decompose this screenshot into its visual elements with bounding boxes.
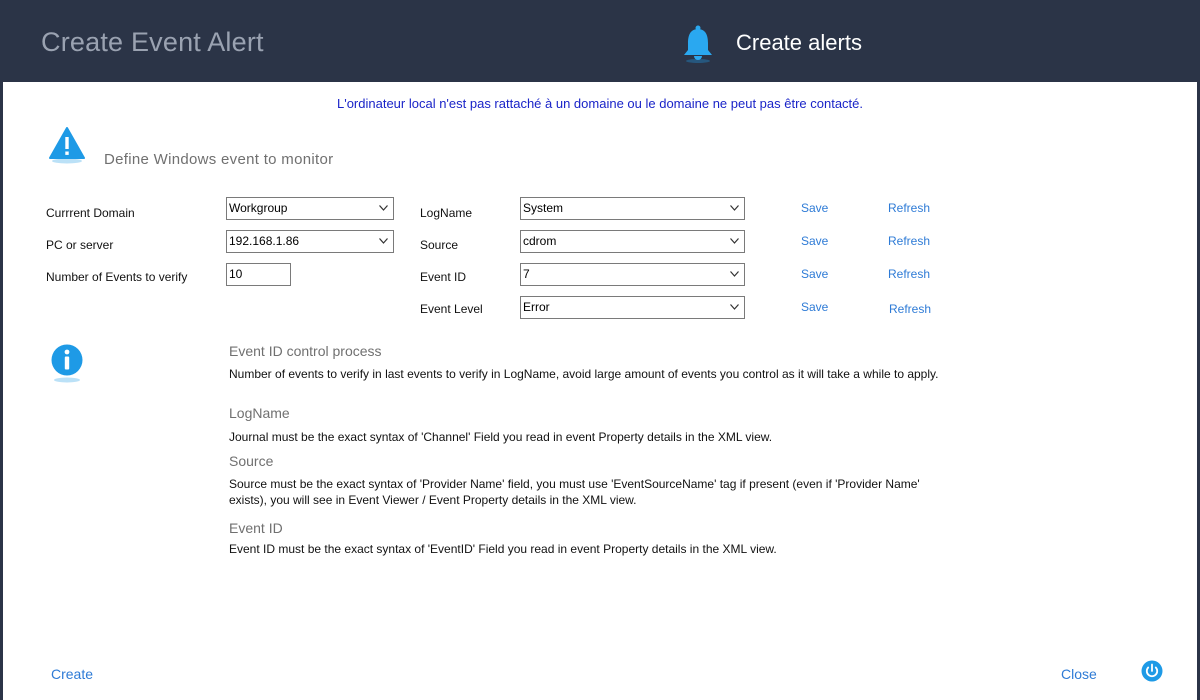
chevron-down-icon xyxy=(730,205,739,211)
current-domain-value: Workgroup xyxy=(229,201,288,215)
eventlevel-label: Event Level xyxy=(420,302,483,316)
help-text-eventid: Event ID must be the exact syntax of 'Ev… xyxy=(229,542,777,556)
events-count-input[interactable]: 10 xyxy=(226,263,291,286)
info-icon xyxy=(51,344,83,383)
bell-icon xyxy=(684,25,712,63)
pc-server-select[interactable]: 192.168.1.86 xyxy=(226,230,394,253)
eventid-label: Event ID xyxy=(420,270,467,284)
eventid-select[interactable]: 7 xyxy=(520,263,745,286)
eventid-refresh-link[interactable]: Refresh xyxy=(888,267,930,281)
logname-value: System xyxy=(523,201,564,215)
chevron-down-icon xyxy=(730,238,739,244)
logname-select[interactable]: System xyxy=(520,197,745,220)
close-button[interactable]: Close xyxy=(1061,666,1097,682)
help-text-source: Source must be the exact syntax of 'Prov… xyxy=(229,477,920,507)
logname-label: LogName xyxy=(420,206,473,220)
help-heading-control: Event ID control process xyxy=(229,343,382,359)
domain-status-message: L'ordinateur local n'est pas rattaché à … xyxy=(336,96,864,111)
help-heading-eventid: Event ID xyxy=(229,520,283,536)
source-save-link[interactable]: Save xyxy=(801,234,828,248)
chevron-down-icon xyxy=(730,304,739,310)
source-select[interactable]: cdrom xyxy=(520,230,745,253)
eventlevel-refresh-link[interactable]: Refresh xyxy=(889,302,931,316)
chevron-down-icon xyxy=(379,238,388,244)
power-icon[interactable] xyxy=(1141,660,1163,682)
eventid-value: 7 xyxy=(523,267,530,281)
help-heading-source: Source xyxy=(229,453,274,469)
help-heading-logname: LogName xyxy=(229,405,290,421)
pc-server-value: 192.168.1.86 xyxy=(229,234,300,248)
source-refresh-link[interactable]: Refresh xyxy=(888,234,930,248)
source-label: Source xyxy=(420,238,459,252)
eventid-save-link[interactable]: Save xyxy=(801,267,828,281)
chevron-down-icon xyxy=(730,271,739,277)
current-domain-select[interactable]: Workgroup xyxy=(226,197,394,220)
eventlevel-value: Error xyxy=(523,300,550,314)
source-value: cdrom xyxy=(523,234,557,248)
pc-server-label: PC or server xyxy=(46,238,114,252)
create-button[interactable]: Create xyxy=(51,666,93,682)
window-border-left xyxy=(0,82,3,700)
chevron-down-icon xyxy=(379,205,388,211)
eventlevel-save-link[interactable]: Save xyxy=(801,300,828,314)
events-count-label: Number of Events to verify xyxy=(46,270,188,284)
help-text-logname: Journal must be the exact syntax of 'Cha… xyxy=(229,430,773,444)
help-text-control: Number of events to verify in last event… xyxy=(229,367,939,381)
title-bar: Create Event Alert Create alerts xyxy=(0,0,1200,82)
header-title: Create alerts xyxy=(736,30,862,55)
current-domain-label: Currrent Domain xyxy=(46,206,135,220)
warning-icon xyxy=(49,127,85,164)
app-title: Create Event Alert xyxy=(41,27,264,57)
logname-refresh-link[interactable]: Refresh xyxy=(888,201,930,215)
define-section-title: Define Windows event to monitor xyxy=(104,151,334,168)
logname-save-link[interactable]: Save xyxy=(801,201,828,215)
eventlevel-select[interactable]: Error xyxy=(520,296,745,319)
